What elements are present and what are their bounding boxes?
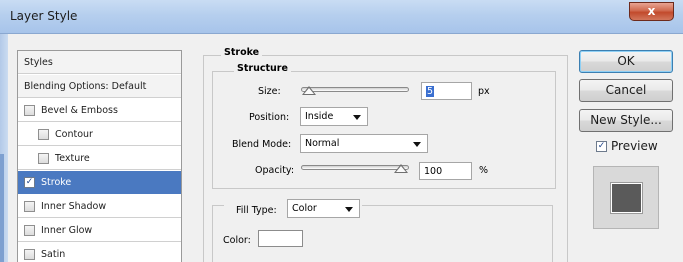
close-button[interactable]: x: [629, 2, 674, 21]
color-swatch[interactable]: [258, 230, 303, 247]
blend-mode-label: Blend Mode:: [232, 139, 292, 150]
opacity-label: Opacity:: [255, 165, 295, 176]
opacity-input[interactable]: 100: [419, 162, 472, 180]
styles-list-item-satin[interactable]: Satin: [18, 243, 181, 262]
contour-checkbox[interactable]: [38, 128, 49, 140]
styles-list-item-contour[interactable]: Contour: [18, 123, 181, 146]
styles-list-item-blending-options[interactable]: Blending Options: Default: [18, 75, 181, 98]
size-slider[interactable]: [301, 87, 409, 92]
window-frame-edge: [0, 34, 8, 262]
color-label: Color:: [223, 235, 251, 246]
styles-list-item-styles[interactable]: Styles: [18, 51, 181, 74]
position-label: Position:: [249, 112, 290, 123]
preview-label: Preview: [611, 139, 658, 153]
styles-list-item-inner-shadow[interactable]: Inner Shadow: [18, 195, 181, 218]
ok-button[interactable]: OK: [579, 50, 673, 73]
styles-list-item-inner-glow[interactable]: Inner Glow: [18, 219, 181, 242]
chevron-down-icon: [353, 115, 361, 120]
inner-shadow-checkbox[interactable]: [24, 200, 35, 212]
chevron-down-icon: [413, 142, 421, 147]
stroke-checkbox[interactable]: ✓: [24, 176, 35, 188]
cancel-button[interactable]: Cancel: [579, 79, 673, 102]
texture-checkbox[interactable]: [38, 152, 49, 164]
styles-list: Styles Blending Options: Default Bevel &…: [17, 50, 182, 262]
size-input[interactable]: 5: [421, 82, 472, 100]
opacity-slider-thumb[interactable]: [394, 164, 408, 173]
preview-swatch: [610, 182, 643, 214]
styles-list-item-stroke[interactable]: ✓ Stroke: [18, 171, 181, 194]
preview-checkbox[interactable]: ✓: [596, 140, 607, 152]
size-unit: px: [478, 86, 490, 97]
close-icon: x: [647, 4, 656, 18]
inner-glow-checkbox[interactable]: [24, 224, 35, 236]
opacity-slider[interactable]: [301, 165, 409, 170]
styles-list-item-texture[interactable]: Texture: [18, 147, 181, 170]
fill-type-dropdown[interactable]: Color: [287, 199, 360, 218]
opacity-unit: %: [479, 165, 489, 176]
bevel-emboss-checkbox[interactable]: [24, 104, 35, 116]
satin-checkbox[interactable]: [24, 248, 35, 260]
window-title: Layer Style: [10, 9, 78, 23]
new-style-button[interactable]: New Style...: [579, 109, 673, 132]
styles-list-item-bevel-emboss[interactable]: Bevel & Emboss: [18, 99, 181, 122]
blend-mode-dropdown[interactable]: Normal: [300, 134, 428, 153]
preview-thumbnail: [593, 166, 659, 229]
preview-toggle[interactable]: ✓ Preview: [596, 139, 658, 153]
fill-type-label: Fill Type:: [236, 205, 277, 216]
stroke-group-title: Stroke: [221, 47, 263, 58]
title-bar: Layer Style x: [0, 0, 683, 34]
size-slider-thumb[interactable]: [302, 86, 316, 95]
structure-group-title: Structure: [234, 63, 291, 74]
position-dropdown[interactable]: Inside: [300, 107, 368, 126]
chevron-down-icon: [345, 207, 353, 212]
size-label: Size:: [258, 86, 281, 97]
